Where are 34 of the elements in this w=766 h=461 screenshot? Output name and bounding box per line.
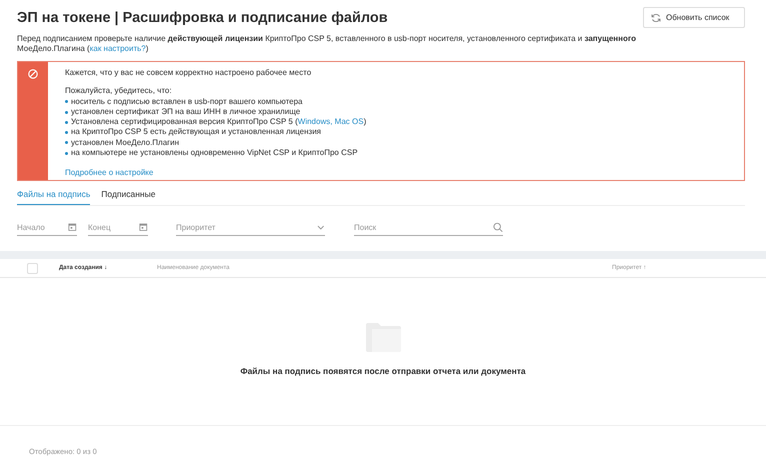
bullet-icon	[65, 141, 68, 144]
alert-text: Пожалуйста, убедитесь, что:	[65, 86, 173, 97]
checkbox[interactable]	[27, 262, 38, 274]
refresh-icon	[651, 12, 661, 22]
bullet-icon	[65, 120, 68, 124]
date-field[interactable]: Начало	[17, 222, 68, 232]
list-item-text: установлен МоеДело.Плагин	[71, 138, 179, 148]
bullet-icon	[65, 131, 68, 134]
date-field[interactable]: Конец	[88, 222, 140, 232]
page-title: ЭП на токене | Расшифровка и подписание файлов	[17, 10, 388, 26]
alert-title: Кажется, что у вас не совсем корректно настроено рабочее место	[65, 68, 312, 78]
prohibited-icon	[28, 69, 38, 79]
list-item-text: носитель с подписью вставлен в usb-порт вашего компьютера	[71, 96, 302, 107]
calendar-icon[interactable]	[139, 222, 148, 232]
refresh-button[interactable]: Обновить список	[643, 7, 745, 28]
list-item-text: на компьютере не установлены одновременно VipNet CSP и КриптоПро CSP	[71, 148, 358, 158]
tab[interactable]: Файлы на подпись	[17, 189, 90, 205]
bullet-icon	[65, 100, 68, 104]
search-icon[interactable]	[492, 222, 503, 232]
bullet-icon	[65, 110, 68, 114]
chevron-down-icon[interactable]	[317, 224, 325, 230]
list-item-text: на КриптоПро CSP 5 есть действующая и установленная лицензия	[71, 127, 321, 138]
list-item-text: установлен сертификат ЭП на ваш ИНН в личное хранилище	[71, 106, 300, 118]
empty-message: Файлы на подпись появятся после отправки отчета или документа	[240, 366, 526, 376]
tab[interactable]: Подписанные	[101, 189, 156, 205]
select-field[interactable]: Приоритет	[176, 222, 318, 232]
list-item-text: Установлена сертифицированная версия КриптоПро CSP 5 (Windows, Mac OS)	[71, 117, 366, 128]
link[interactable]: как настроить?	[90, 44, 146, 53]
intro-text: Перед подписанием проверьте наличие действующей лицензии КриптоПро CSP 5, вставленного в usb-порт носителя, установленного сертификата и запущенного МоеДело.Плагина (как настроить?)	[17, 34, 637, 54]
calendar-icon[interactable]	[68, 222, 77, 232]
link[interactable]: Windows, Mac OS	[298, 117, 364, 126]
link[interactable]: Подробнее о настройке	[65, 168, 154, 179]
search-field[interactable]: Поиск	[354, 222, 493, 232]
bullet-icon	[65, 152, 68, 155]
